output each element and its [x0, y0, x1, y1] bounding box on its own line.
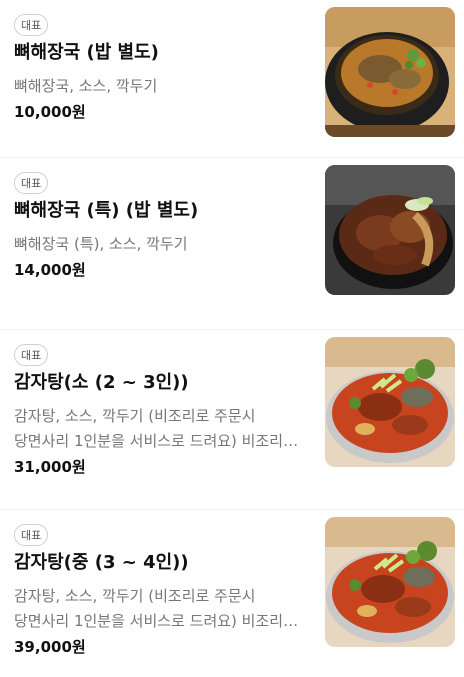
menu-item[interactable]: 대표 뼈해장국 (밥 별도) 뼈해장국, 소스, 깍두기 10,000원: [0, 0, 464, 158]
menu-list: 대표 뼈해장국 (밥 별도) 뼈해장국, 소스, 깍두기 10,000원 대표 …: [0, 0, 464, 677]
signature-badge: 대표: [14, 14, 49, 36]
menu-item-text: 대표 감자탕(중 (3 ~ 4인)) 감자탕, 소스, 깍두기 (비조리로 주문…: [14, 524, 309, 658]
menu-item-price: 14,000원: [14, 261, 86, 279]
menu-item-price: 39,000원: [14, 638, 86, 656]
menu-item-name[interactable]: 감자탕(중 (3 ~ 4인)): [14, 550, 309, 576]
menu-item-price: 31,000원: [14, 458, 86, 476]
menu-item-text: 대표 감자탕(소 (2 ~ 3인)) 감자탕, 소스, 깍두기 (비조리로 주문…: [14, 344, 309, 478]
soup-bowl-icon[interactable]: [325, 7, 455, 137]
menu-item-photo: [325, 337, 455, 467]
menu-item-photo: [325, 517, 455, 647]
menu-item[interactable]: 대표 감자탕(소 (2 ~ 3인)) 감자탕, 소스, 깍두기 (비조리로 주문…: [0, 330, 464, 510]
menu-item-name[interactable]: 뼈해장국 (밥 별도): [14, 40, 309, 66]
menu-item-photo: [325, 165, 455, 295]
menu-item-text: 대표 뼈해장국 (특) (밥 별도) 뼈해장국 (특), 소스, 깍두기 14,…: [14, 172, 309, 281]
menu-item-name[interactable]: 감자탕(소 (2 ~ 3인)): [14, 370, 309, 396]
pork-bone-stew-icon[interactable]: [325, 165, 455, 295]
signature-badge: 대표: [14, 524, 49, 546]
menu-item-name[interactable]: 뼈해장국 (특) (밥 별도): [14, 198, 309, 224]
gamjatang-pot-icon[interactable]: [325, 517, 455, 647]
signature-badge: 대표: [14, 344, 49, 366]
gamjatang-pot-icon[interactable]: [325, 337, 455, 467]
menu-item-photo: [325, 7, 455, 137]
menu-item-text: 대표 뼈해장국 (밥 별도) 뼈해장국, 소스, 깍두기 10,000원: [14, 14, 309, 123]
menu-item-description: 감자탕, 소스, 깍두기 (비조리로 주문시 당면사리 1인분을 서비스로 드려…: [14, 587, 297, 630]
menu-item-description: 뼈해장국 (특), 소스, 깍두기: [14, 235, 188, 253]
menu-item-description: 뼈해장국, 소스, 깍두기: [14, 77, 158, 95]
menu-item[interactable]: 대표 뼈해장국 (특) (밥 별도) 뼈해장국 (특), 소스, 깍두기 14,…: [0, 158, 464, 330]
menu-item-price: 10,000원: [14, 103, 86, 121]
menu-item[interactable]: 대표 감자탕(중 (3 ~ 4인)) 감자탕, 소스, 깍두기 (비조리로 주문…: [0, 510, 464, 677]
signature-badge: 대표: [14, 172, 49, 194]
menu-item-description: 감자탕, 소스, 깍두기 (비조리로 주문시 당면사리 1인분을 서비스로 드려…: [14, 407, 297, 450]
